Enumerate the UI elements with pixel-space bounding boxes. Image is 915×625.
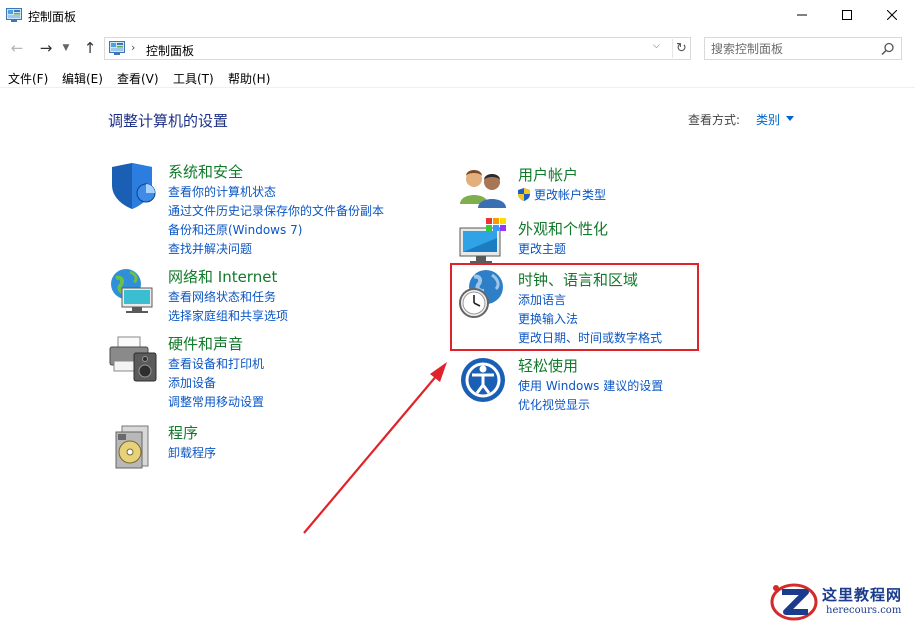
menu-help[interactable]: 帮助(H) xyxy=(228,70,270,87)
breadcrumb-separator-icon: › xyxy=(131,41,136,54)
category-title[interactable]: 系统和安全 xyxy=(168,161,243,182)
maximize-button[interactable] xyxy=(824,0,870,30)
view-by-dropdown[interactable]: 类别 xyxy=(756,111,780,128)
menu-file[interactable]: 文件(F) xyxy=(8,70,48,87)
breadcrumb-control-panel[interactable]: 控制面板 xyxy=(146,42,194,59)
link-devices-printers[interactable]: 查看设备和打印机 xyxy=(168,355,264,374)
watermark-logo: 这里教程网 herecours.com xyxy=(768,580,913,624)
control-panel-icon xyxy=(109,41,125,55)
refresh-button[interactable]: ↻ xyxy=(672,39,690,58)
watermark-z-logo-icon xyxy=(770,583,818,621)
arrow-up-icon: ↑ xyxy=(83,39,97,57)
chevron-down-icon: ▼ xyxy=(62,43,70,53)
close-button[interactable] xyxy=(869,0,915,30)
display-palette-icon[interactable] xyxy=(458,218,508,268)
watermark-title: 这里教程网 xyxy=(822,586,903,604)
address-dropdown-button[interactable]: ⌵ xyxy=(653,41,667,57)
forward-button[interactable]: → xyxy=(36,38,56,58)
category-title[interactable]: 外观和个性化 xyxy=(518,218,608,239)
category-title[interactable]: 网络和 Internet xyxy=(168,266,277,287)
link-label: 更改帐户类型 xyxy=(534,188,607,202)
ease-of-access-icon[interactable] xyxy=(458,355,508,405)
address-bar[interactable]: › 控制面板 ⌵ ↻ xyxy=(104,37,691,60)
view-by-label: 查看方式: xyxy=(688,113,741,127)
recent-locations-button[interactable]: ▼ xyxy=(60,38,72,58)
menu-tools[interactable]: 工具(T) xyxy=(173,70,214,87)
search-icon xyxy=(881,42,894,56)
back-button[interactable]: ← xyxy=(7,38,27,58)
users-icon[interactable] xyxy=(458,164,508,214)
link-optimize-visual-display[interactable]: 优化视觉显示 xyxy=(518,396,663,415)
search-box[interactable] xyxy=(704,37,902,60)
category-title[interactable]: 用户帐户 xyxy=(518,164,578,185)
link-mobility-settings[interactable]: 调整常用移动设置 xyxy=(168,393,264,412)
category-title[interactable]: 硬件和声音 xyxy=(168,333,243,354)
menu-edit[interactable]: 编辑(E) xyxy=(62,70,103,87)
programs-disc-icon[interactable] xyxy=(108,422,158,472)
category-title[interactable]: 程序 xyxy=(168,422,198,443)
link-add-device[interactable]: 添加设备 xyxy=(168,374,264,393)
link-change-account-type[interactable]: 更改帐户类型 xyxy=(518,186,606,205)
printer-speaker-icon[interactable] xyxy=(108,333,158,383)
arrow-left-icon: ← xyxy=(10,39,24,57)
watermark-url: herecours.com xyxy=(826,605,902,616)
view-by-caret-icon[interactable] xyxy=(786,116,794,121)
window-title: 控制面板 xyxy=(28,10,77,24)
arrow-right-icon: → xyxy=(39,39,53,57)
link-view-computer-status[interactable]: 查看你的计算机状态 xyxy=(168,183,384,202)
link-change-theme[interactable]: 更改主题 xyxy=(518,240,566,259)
network-globe-icon[interactable] xyxy=(108,266,158,316)
title-bar: 控制面板 xyxy=(0,0,915,32)
minimize-icon xyxy=(797,14,807,16)
shield-icon[interactable] xyxy=(108,161,158,211)
uac-shield-icon xyxy=(518,188,530,201)
link-windows-recommended-settings[interactable]: 使用 Windows 建议的设置 xyxy=(518,377,663,396)
link-troubleshoot[interactable]: 查找并解决问题 xyxy=(168,240,384,259)
address-row: ← → ▼ ↑ › 控制面板 ⌵ ↻ xyxy=(0,34,915,62)
minimize-button[interactable] xyxy=(779,0,825,30)
link-file-history-backup[interactable]: 通过文件历史记录保存你的文件备份副本 xyxy=(168,202,384,221)
page-title: 调整计算机的设置 xyxy=(108,112,229,130)
chevron-down-icon: ⌵ xyxy=(653,41,660,51)
category-title[interactable]: 轻松使用 xyxy=(518,355,578,376)
search-input[interactable] xyxy=(711,41,871,56)
maximize-icon xyxy=(842,10,852,20)
close-icon xyxy=(887,10,897,20)
menu-view[interactable]: 查看(V) xyxy=(117,70,159,87)
link-homegroup-sharing[interactable]: 选择家庭组和共享选项 xyxy=(168,307,288,326)
link-network-status[interactable]: 查看网络状态和任务 xyxy=(168,288,288,307)
control-panel-icon xyxy=(6,8,22,22)
up-button[interactable]: ↑ xyxy=(80,38,100,58)
link-uninstall-program[interactable]: 卸载程序 xyxy=(168,444,216,463)
link-backup-restore[interactable]: 备份和还原(Windows 7) xyxy=(168,221,384,240)
annotation-highlight-box xyxy=(450,263,699,351)
menu-bar: 文件(F) 编辑(E) 查看(V) 工具(T) 帮助(H) xyxy=(0,66,915,88)
refresh-icon: ↻ xyxy=(676,41,687,56)
